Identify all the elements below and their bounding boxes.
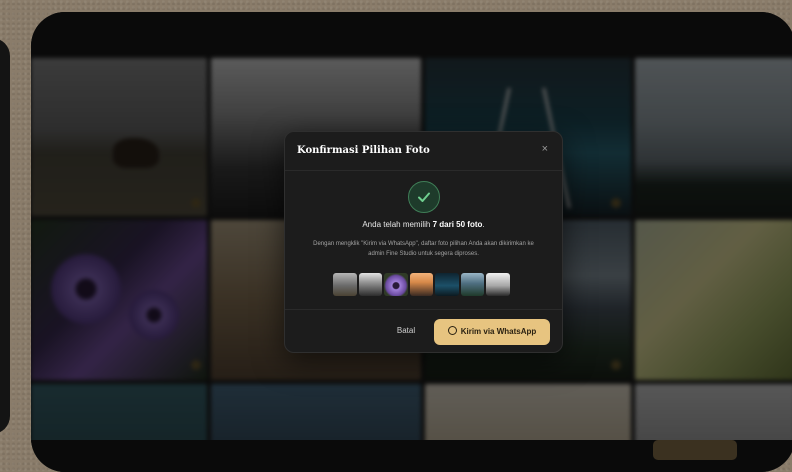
thumbnail — [486, 273, 510, 296]
thumbnail — [460, 273, 484, 296]
modal-description: Dengan mengklik "Kirim via WhatsApp", da… — [313, 241, 534, 257]
thumbnail — [384, 273, 408, 296]
thumbnail — [333, 273, 357, 296]
bottom-bar — [31, 440, 792, 472]
selected-thumbnails — [333, 273, 514, 297]
thumbnail — [358, 273, 382, 296]
top-bar — [31, 12, 792, 58]
summary-prefix: Anda telah memilih — [362, 220, 433, 229]
bottom-bar-button[interactable] — [653, 440, 737, 460]
send-whatsapp-button[interactable]: Kirim via WhatsApp — [434, 319, 550, 345]
close-icon[interactable]: × — [542, 143, 548, 155]
photo-tile[interactable] — [635, 58, 792, 216]
background-card — [0, 38, 10, 434]
modal-header: Konfirmasi Pilihan Foto × — [285, 132, 562, 171]
photo-tile[interactable] — [31, 220, 207, 380]
thumbnail — [435, 273, 459, 296]
check-icon — [408, 181, 440, 213]
send-whatsapp-label: Kirim via WhatsApp — [460, 327, 537, 336]
confirm-selection-modal: Konfirmasi Pilihan Foto × Anda telah mem… — [284, 131, 563, 353]
modal-title: Konfirmasi Pilihan Foto — [297, 145, 430, 156]
photo-tile[interactable] — [635, 220, 792, 380]
selected-count: 7 dari 50 foto — [432, 220, 483, 229]
photo-tile[interactable] — [31, 58, 207, 216]
whatsapp-icon — [447, 326, 457, 335]
summary-suffix: . — [482, 220, 485, 229]
cancel-button[interactable]: Batal — [388, 321, 424, 341]
modal-footer: Batal Kirim via WhatsApp — [285, 309, 562, 353]
thumbnail — [409, 273, 433, 296]
selection-summary: Anda telah memilih 7 dari 50 foto. — [285, 220, 562, 229]
